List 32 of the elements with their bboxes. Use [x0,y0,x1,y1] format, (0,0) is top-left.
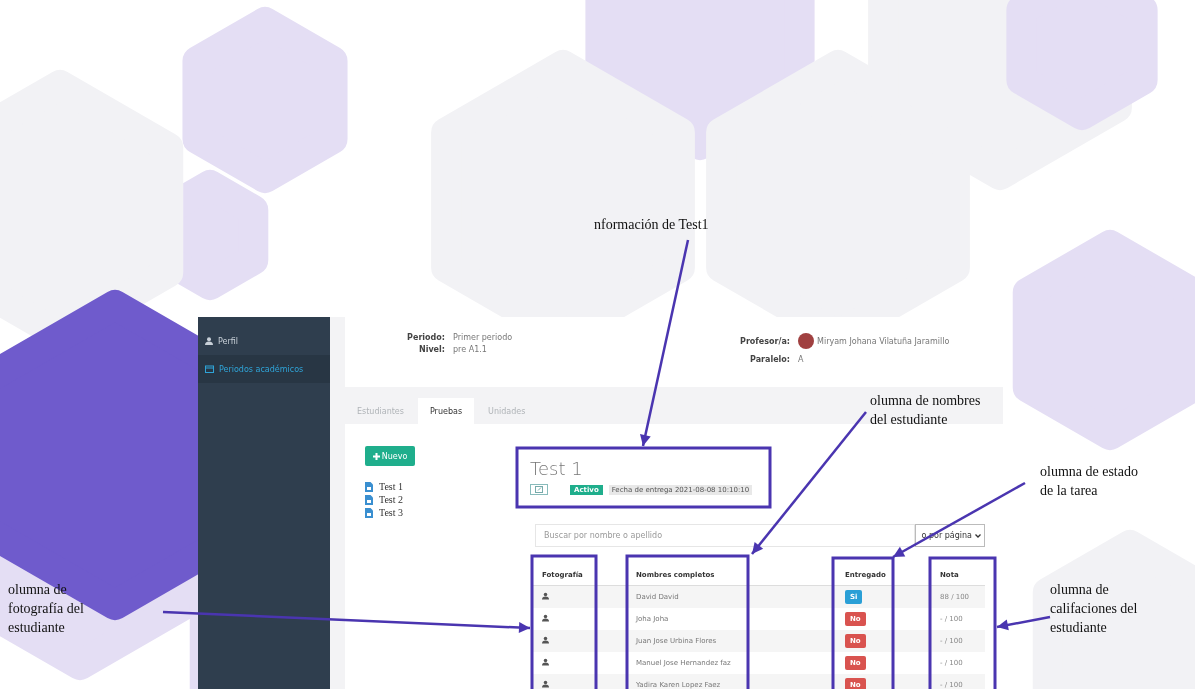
edit-icon [535,486,543,493]
field-value: A [798,355,804,364]
user-icon [542,680,549,688]
search-field[interactable]: Buscar por nombre o apellido [535,524,915,547]
file-icon [365,494,373,505]
user-icon [205,337,213,345]
test-title: Test 1 [530,458,584,480]
file-icon [365,481,373,492]
field-label: Paralelo: [749,355,790,364]
test-link[interactable]: Test 2 [365,493,517,506]
pointer-arrow [996,615,1051,631]
user-icon [542,658,549,666]
field-label: Nivel: [417,345,445,354]
field-label: Profesor/a: [739,336,790,346]
chevron-down-icon [975,533,981,538]
test-link[interactable]: Test 3 [365,506,517,519]
test-link[interactable]: Test 1 [365,480,517,493]
annotation-text: olumna de califaciones del estudiante [1050,581,1139,637]
avatar-placeholder [798,333,814,349]
annotation-text: olumna de nombres del estudiante [870,392,982,429]
user-icon [542,636,549,644]
edit-button[interactable] [530,484,548,495]
user-icon [542,614,549,622]
field-value: Miryam Johana Vilatuña Jaramillo [817,336,950,346]
sidebar-item[interactable]: Perfil [198,327,330,355]
file-icon [365,507,373,518]
plus-icon [372,452,380,460]
annotation-text: olumna de estado de la tarea [1040,463,1139,500]
sidebar-item[interactable]: Periodos académicos [198,355,330,383]
calendar-icon [205,365,214,373]
tab[interactable]: Pruebas [417,398,475,424]
user-icon [542,592,549,600]
